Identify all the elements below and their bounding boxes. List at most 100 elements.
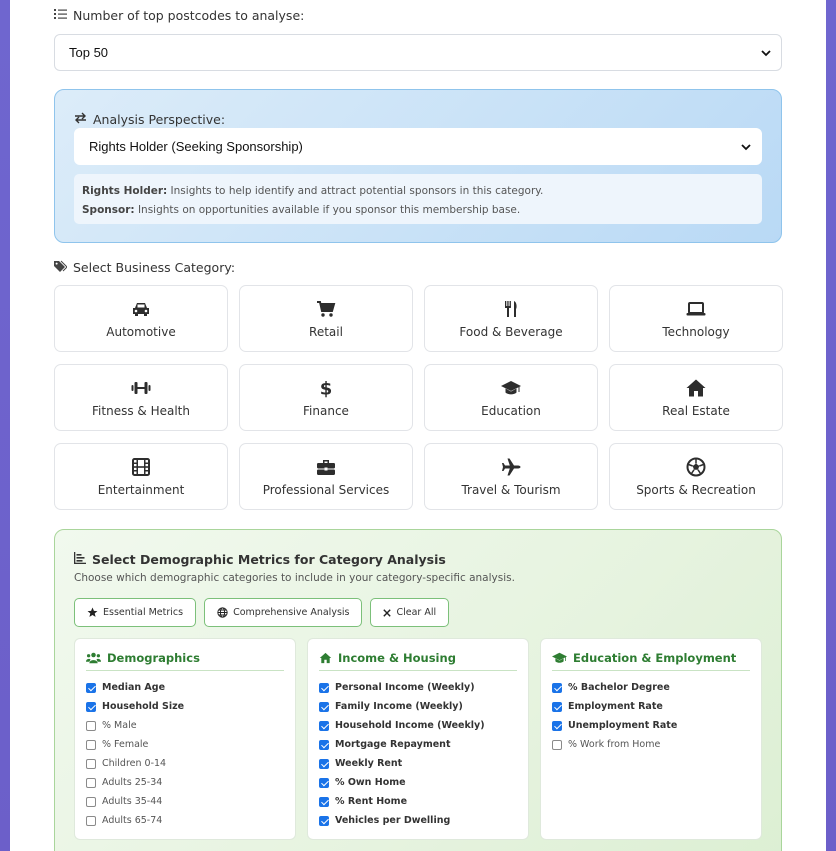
checkbox-label: % Bachelor Degree xyxy=(568,682,670,693)
category-entertainment[interactable]: Entertainment xyxy=(54,443,228,510)
checkbox[interactable] xyxy=(86,777,96,788)
checkbox-label: % Male xyxy=(102,720,137,731)
category-professional-services[interactable]: Professional Services xyxy=(239,443,413,510)
users-icon xyxy=(86,652,101,664)
checkbox-household-income[interactable]: Household Income (Weekly) xyxy=(319,716,517,735)
info-text: Insights to help identify and attract po… xyxy=(167,185,544,197)
category-real-estate[interactable]: Real Estate xyxy=(609,364,783,431)
comprehensive-analysis-button[interactable]: Comprehensive Analysis xyxy=(204,598,363,627)
checkbox-label: Unemployment Rate xyxy=(568,720,678,731)
checkbox-adults-65-74[interactable]: Adults 65-74 xyxy=(86,811,284,830)
checkbox-male[interactable]: % Male xyxy=(86,716,284,735)
football-icon xyxy=(686,457,706,476)
checkbox[interactable] xyxy=(86,796,96,807)
checkbox[interactable] xyxy=(319,701,329,712)
checkbox-adults-25-34[interactable]: Adults 25-34 xyxy=(86,773,284,792)
chevron-down-icon xyxy=(741,143,751,150)
plane-icon xyxy=(502,458,521,475)
checkbox-personal-income[interactable]: Personal Income (Weekly) xyxy=(319,678,517,697)
checkbox-vehicles-per-dwelling[interactable]: Vehicles per Dwelling xyxy=(319,811,517,830)
checkbox[interactable] xyxy=(86,815,96,826)
checkbox[interactable] xyxy=(552,701,562,712)
clear-all-button[interactable]: Clear All xyxy=(370,598,450,627)
list-ol-icon xyxy=(54,8,67,23)
checkbox-unemployment-rate[interactable]: Unemployment Rate xyxy=(552,716,750,735)
checkbox-median-age[interactable]: Median Age xyxy=(86,678,284,697)
checkbox-household-size[interactable]: Household Size xyxy=(86,697,284,716)
category-grid: Automotive Retail Food & Beverage Techno… xyxy=(54,285,783,510)
checkbox-weekly-rent[interactable]: Weekly Rent xyxy=(319,754,517,773)
checkbox[interactable] xyxy=(319,739,329,750)
postcodes-select[interactable]: Top 50 xyxy=(54,34,782,71)
category-label: Food & Beverage xyxy=(459,324,563,339)
star-icon xyxy=(87,607,98,617)
checkbox[interactable] xyxy=(319,796,329,807)
metrics-title: Select Demographic Metrics for Category … xyxy=(92,552,446,567)
category-fitness-health[interactable]: Fitness & Health xyxy=(54,364,228,431)
category-label: Entertainment xyxy=(97,482,185,497)
checkbox-label: % Work from Home xyxy=(568,739,661,750)
group-title: Demographics xyxy=(107,651,200,665)
checkbox-label: % Rent Home xyxy=(335,796,408,807)
checkbox[interactable] xyxy=(552,739,562,750)
graduation-cap-icon xyxy=(501,380,521,394)
category-education[interactable]: Education xyxy=(424,364,598,431)
category-label: Sports & Recreation xyxy=(636,482,756,497)
checkbox[interactable] xyxy=(319,682,329,693)
category-retail[interactable]: Retail xyxy=(239,285,413,352)
dumbbell-icon xyxy=(131,381,151,394)
postcodes-label-row: Number of top postcodes to analyse: xyxy=(54,8,782,23)
dollar-icon: $ xyxy=(320,378,333,398)
checkbox-female[interactable]: % Female xyxy=(86,735,284,754)
perspective-label: Analysis Perspective: xyxy=(93,112,226,127)
checkbox[interactable] xyxy=(319,777,329,788)
category-travel-tourism[interactable]: Travel & Tourism xyxy=(424,443,598,510)
checkbox-label: % Female xyxy=(102,739,149,750)
category-label: Finance xyxy=(303,403,349,418)
checkbox[interactable] xyxy=(86,739,96,750)
perspective-select[interactable]: Rights Holder (Seeking Sponsorship) xyxy=(74,128,762,165)
metrics-title-row: Select Demographic Metrics for Category … xyxy=(74,552,446,567)
checkbox-mortgage-repayment[interactable]: Mortgage Repayment xyxy=(319,735,517,754)
checkbox-work-from-home[interactable]: % Work from Home xyxy=(552,735,750,754)
category-label: Professional Services xyxy=(262,482,390,497)
checkbox-rent-home[interactable]: % Rent Home xyxy=(319,792,517,811)
checkbox[interactable] xyxy=(319,720,329,731)
category-label: Retail xyxy=(309,324,343,339)
checkbox[interactable] xyxy=(86,682,96,693)
checkbox[interactable] xyxy=(86,720,96,731)
checkbox[interactable] xyxy=(86,701,96,712)
checkbox-children-0-14[interactable]: Children 0-14 xyxy=(86,754,284,773)
group-income-housing: Income & Housing Personal Income (Weekly… xyxy=(307,638,529,840)
category-label-row: Select Business Category: xyxy=(54,260,782,275)
category-label: Education xyxy=(481,403,541,418)
checkbox-family-income[interactable]: Family Income (Weekly) xyxy=(319,697,517,716)
category-label: Real Estate xyxy=(662,403,730,418)
category-label: Select Business Category: xyxy=(73,260,236,275)
category-food-beverage[interactable]: Food & Beverage xyxy=(424,285,598,352)
checkbox[interactable] xyxy=(319,815,329,826)
checkbox[interactable] xyxy=(552,720,562,731)
checkbox[interactable] xyxy=(86,758,96,769)
category-finance[interactable]: $ Finance xyxy=(239,364,413,431)
category-automotive[interactable]: Automotive xyxy=(54,285,228,352)
checkbox-bachelor-degree[interactable]: % Bachelor Degree xyxy=(552,678,750,697)
checkbox-label: Adults 35-44 xyxy=(102,796,163,807)
category-technology[interactable]: Technology xyxy=(609,285,783,352)
essential-metrics-button[interactable]: Essential Metrics xyxy=(74,598,197,627)
checkbox[interactable] xyxy=(552,682,562,693)
utensils-icon xyxy=(505,300,517,317)
checkbox-employment-rate[interactable]: Employment Rate xyxy=(552,697,750,716)
checkbox[interactable] xyxy=(319,758,329,769)
checkbox-adults-35-44[interactable]: Adults 35-44 xyxy=(86,792,284,811)
checkbox-label: Household Income (Weekly) xyxy=(335,720,485,731)
group-title: Income & Housing xyxy=(338,651,456,665)
group-demographics: Demographics Median Age Household Size %… xyxy=(74,638,296,840)
category-sports-recreation[interactable]: Sports & Recreation xyxy=(609,443,783,510)
checkbox-label: Family Income (Weekly) xyxy=(335,701,463,712)
checkbox-own-home[interactable]: % Own Home xyxy=(319,773,517,792)
checkbox-label: % Own Home xyxy=(335,777,406,788)
globe-icon xyxy=(217,607,228,618)
checkbox-label: Adults 65-74 xyxy=(102,815,163,826)
perspective-section: Analysis Perspective: Rights Holder (See… xyxy=(54,89,782,243)
